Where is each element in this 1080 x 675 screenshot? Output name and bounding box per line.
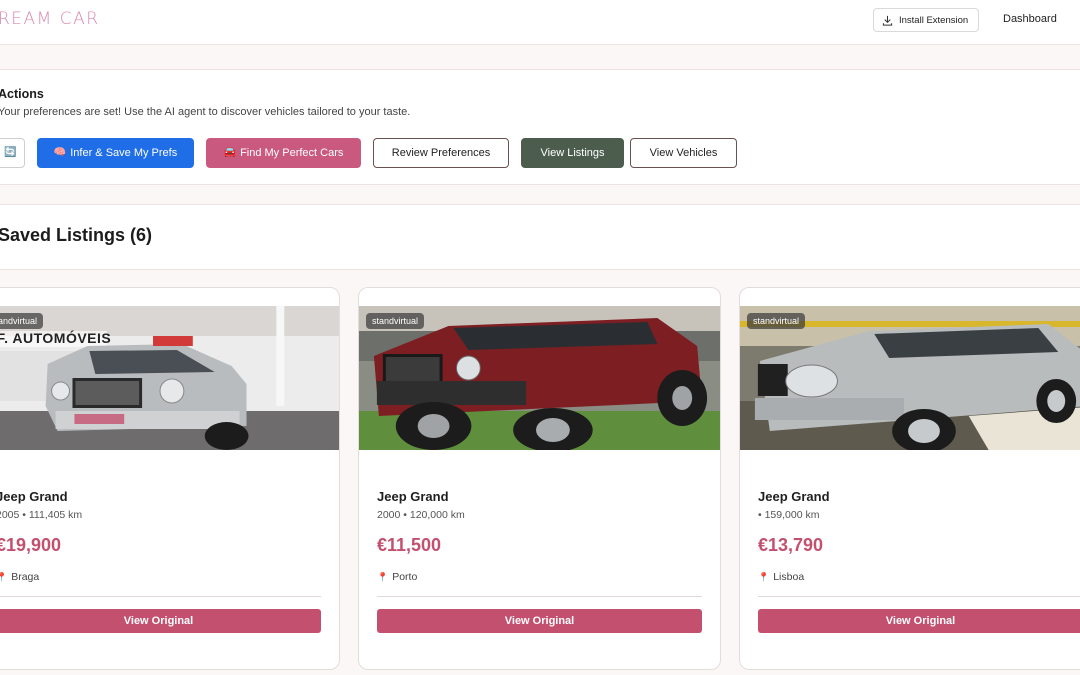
listing-card: standvirtual Jeep Grand • 159,000 km €13…	[739, 287, 1080, 670]
car-year-mileage: • 159,000 km	[758, 509, 820, 521]
view-listings-button[interactable]: View Listings	[521, 138, 624, 168]
download-icon	[882, 15, 893, 26]
find-perfect-cars-button[interactable]: 🚘 Find My Perfect Cars	[206, 138, 361, 168]
view-original-button[interactable]: View Original	[0, 609, 321, 633]
car-location: 📍 Lisboa	[758, 571, 804, 583]
card-divider	[0, 596, 321, 597]
location-pin-icon: 📍	[377, 571, 389, 582]
location-pin-icon: 📍	[0, 572, 7, 583]
saved-listings-title: Saved Listings (6)	[0, 225, 153, 245]
source-badge: standvirtual	[747, 313, 806, 329]
dashboard-link[interactable]: Dashboard	[1003, 13, 1057, 25]
dealer-watermark: BF. AUTOMÓVEIS	[0, 330, 112, 346]
car-photo[interactable]: standvirtual BF. AUTOMÓVEIS	[0, 306, 339, 450]
actions-description: Your preferences are set! Use the AI age…	[0, 106, 411, 118]
car-photo[interactable]: standvirtual	[359, 306, 720, 450]
source-badge: standvirtual	[0, 313, 44, 329]
review-preferences-button[interactable]: Review Preferences	[373, 138, 509, 168]
saved-listings-header: Saved Listings (6)	[0, 204, 1080, 270]
actions-heading: Actions	[0, 87, 44, 101]
listing-card: standvirtual Jeep Grand 2000 • 120,000 k…	[358, 287, 721, 670]
app-logo[interactable]: REAM CAR	[0, 9, 100, 29]
location-pin-icon: 📍	[758, 571, 770, 582]
car-title: Jeep Grand	[758, 489, 830, 504]
car-year-mileage: 2000 • 120,000 km	[377, 509, 465, 521]
install-extension-button[interactable]: Install Extension	[873, 8, 979, 32]
view-original-button[interactable]: View Original	[758, 609, 1080, 633]
install-extension-label: Install Extension	[899, 14, 969, 26]
car-year-mileage: 2005 • 111,405 km	[0, 509, 83, 521]
source-badge: standvirtual	[366, 313, 425, 329]
car-icon: 🚘	[223, 147, 237, 158]
infer-save-prefs-label: Infer & Save My Prefs	[70, 147, 178, 159]
infer-save-prefs-button[interactable]: 🧠 Infer & Save My Prefs	[37, 138, 194, 168]
view-original-button[interactable]: View Original	[377, 609, 702, 633]
top-header: REAM CAR Install Extension Dashboard	[0, 0, 1080, 45]
car-title: Jeep Grand	[0, 489, 68, 504]
car-title: Jeep Grand	[377, 489, 449, 504]
car-photo[interactable]: standvirtual	[740, 306, 1080, 450]
card-divider	[377, 596, 702, 597]
car-price: €13,790	[758, 535, 824, 555]
actions-panel: Actions Your preferences are set! Use th…	[0, 69, 1080, 185]
car-location-label: Lisboa	[773, 571, 805, 583]
view-vehicles-button[interactable]: View Vehicles	[630, 138, 737, 168]
card-divider	[758, 596, 1080, 597]
refresh-icon: 🔄	[4, 147, 17, 158]
car-location: 📍 Braga	[0, 571, 39, 583]
listing-card: standvirtual BF. AUTOMÓVEIS Jeep Grand 2…	[0, 287, 340, 670]
car-location-label: Porto	[392, 571, 418, 583]
find-perfect-cars-label: Find My Perfect Cars	[240, 147, 344, 159]
car-location: 📍 Porto	[377, 571, 417, 583]
refresh-button[interactable]: 🔄	[0, 138, 25, 168]
car-location-label: Braga	[11, 571, 40, 583]
car-price: €11,500	[377, 535, 442, 555]
car-price: €19,900	[0, 535, 62, 555]
brain-icon: 🧠	[53, 147, 67, 158]
